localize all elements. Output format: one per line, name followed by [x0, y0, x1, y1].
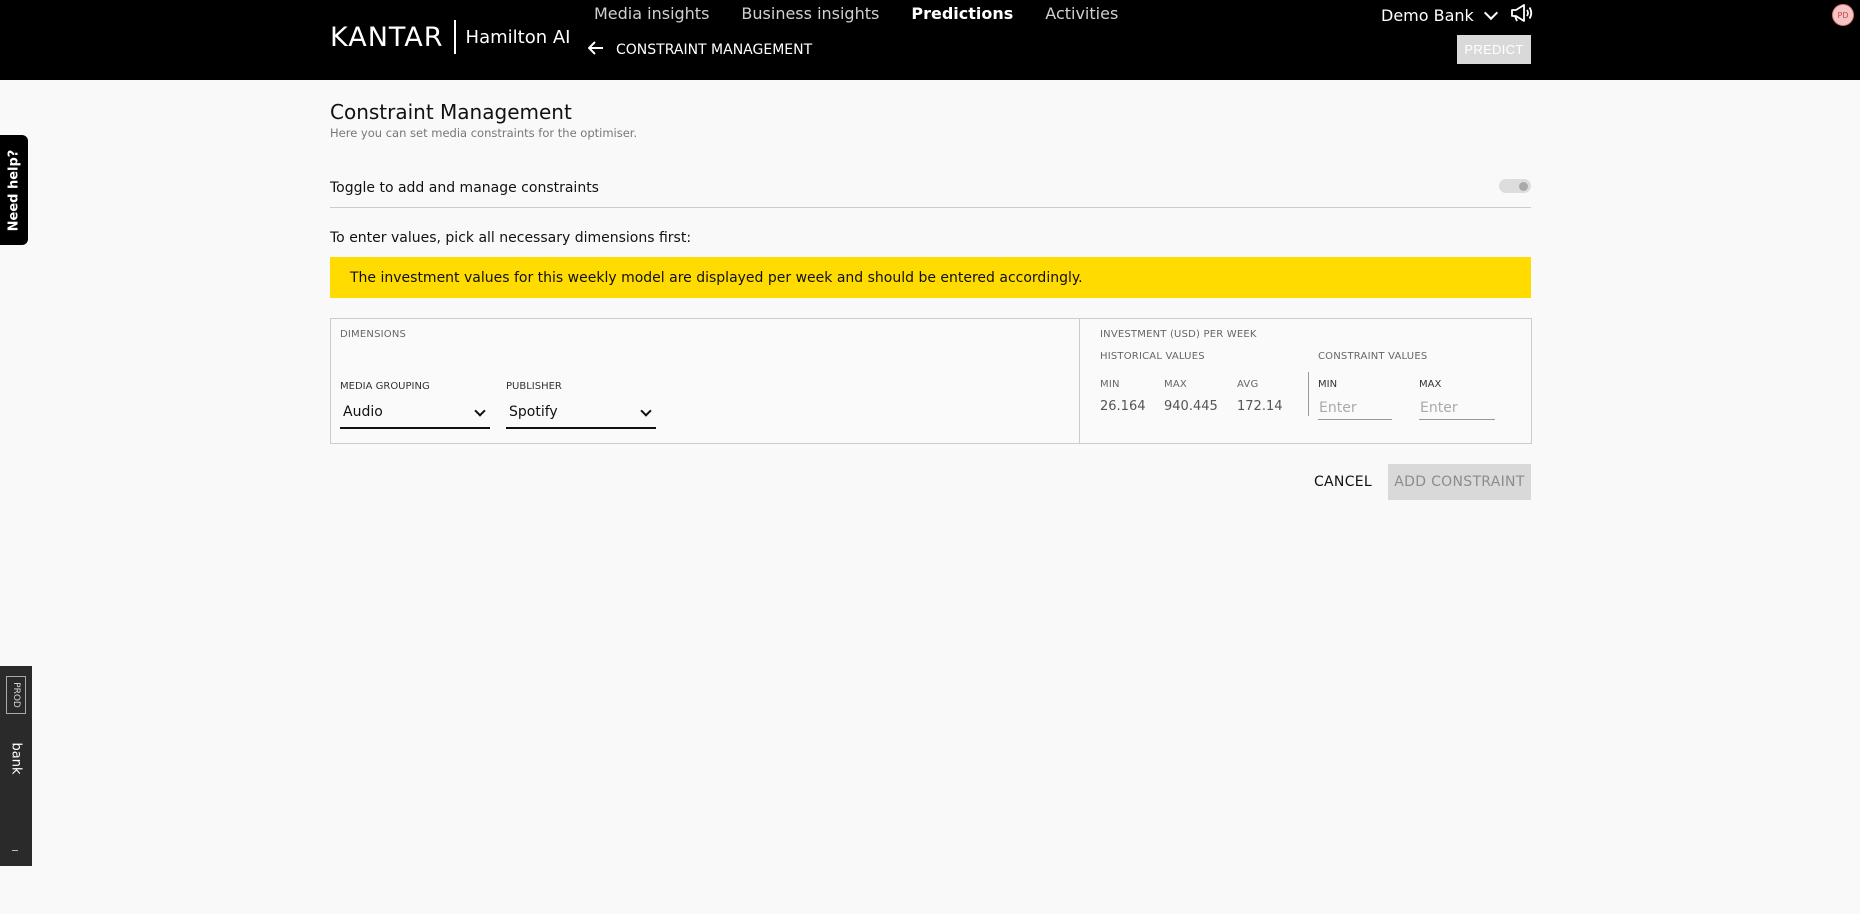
- nav-business-insights[interactable]: Business insights: [741, 4, 879, 23]
- need-help-label: Need help?: [6, 149, 22, 231]
- hist-max-value: 940.445: [1164, 399, 1218, 414]
- chevron-down-icon: [640, 405, 652, 417]
- page-subtitle: Here you can set media constraints for t…: [330, 126, 638, 140]
- constraint-form: DIMENSIONS MEDIA GROUPING Audio PUBLISHE…: [330, 318, 1532, 444]
- media-grouping-value: Audio: [343, 404, 383, 420]
- hist-max-label: MAX: [1164, 379, 1187, 390]
- info-banner: The investment values for this weekly mo…: [330, 257, 1531, 298]
- dimensions-heading: DIMENSIONS: [340, 329, 407, 340]
- constraint-max-label: MAX: [1419, 379, 1442, 390]
- constraint-min-input[interactable]: [1318, 397, 1392, 420]
- environment-tab[interactable]: PROD bank: [0, 666, 32, 866]
- chevron-down-icon: [474, 405, 486, 417]
- nav-predictions[interactable]: Predictions: [911, 4, 1013, 23]
- nav-activities[interactable]: Activities: [1045, 4, 1118, 23]
- instructions-text: To enter values, pick all necessary dime…: [330, 230, 692, 246]
- nav-media-insights[interactable]: Media insights: [594, 4, 709, 23]
- env-badge: PROD: [6, 676, 26, 714]
- env-name: bank: [3, 738, 29, 778]
- megaphone-icon[interactable]: [1510, 4, 1534, 26]
- add-constraint-button[interactable]: ADD CONSTRAINT: [1388, 464, 1531, 500]
- account-selector[interactable]: Demo Bank: [1381, 4, 1534, 26]
- investment-heading: INVESTMENT (USD) PER WEEK: [1100, 329, 1257, 340]
- product-name: Hamilton AI: [465, 26, 571, 48]
- kantar-logo: KANTAR: [330, 21, 444, 53]
- page-title: Constraint Management: [330, 100, 572, 124]
- constraints-toggle-row: Toggle to add and manage constraints: [330, 168, 1531, 208]
- account-name[interactable]: Demo Bank: [1381, 6, 1474, 25]
- media-grouping-select[interactable]: Audio: [340, 397, 490, 429]
- dimensions-panel: DIMENSIONS MEDIA GROUPING Audio PUBLISHE…: [331, 319, 1080, 443]
- publisher-select[interactable]: Spotify: [506, 397, 656, 429]
- media-grouping-label: MEDIA GROUPING: [340, 381, 430, 392]
- breadcrumb: CONSTRAINT MANAGEMENT: [587, 40, 812, 59]
- hist-min-value: 26.164: [1100, 399, 1146, 414]
- toggle-label: Toggle to add and manage constraints: [330, 180, 599, 196]
- back-arrow-icon[interactable]: [587, 40, 604, 59]
- env-name-label: bank: [8, 742, 24, 774]
- hist-avg-label: AVG: [1237, 379, 1259, 390]
- collapse-handle[interactable]: [12, 850, 18, 851]
- top-header: KANTAR Hamilton AI Media insights Busine…: [0, 0, 1860, 80]
- brand-divider: [453, 20, 456, 54]
- hist-avg-value: 172.14: [1237, 399, 1283, 414]
- need-help-tab[interactable]: Need help?: [0, 135, 28, 245]
- investment-panel: INVESTMENT (USD) PER WEEK HISTORICAL VAL…: [1080, 319, 1531, 443]
- info-banner-text: The investment values for this weekly mo…: [350, 269, 1083, 286]
- hist-min-label: MIN: [1100, 379, 1120, 390]
- toggle-knob: [1519, 182, 1528, 191]
- env-badge-label: PROD: [11, 682, 22, 708]
- avatar[interactable]: PD: [1832, 4, 1854, 26]
- publisher-value: Spotify: [509, 404, 558, 420]
- constraint-max-input[interactable]: [1419, 397, 1495, 420]
- publisher-label: PUBLISHER: [506, 381, 562, 392]
- chevron-down-icon[interactable]: [1483, 5, 1498, 21]
- predict-button[interactable]: PREDICT: [1457, 35, 1531, 64]
- breadcrumb-label[interactable]: CONSTRAINT MANAGEMENT: [616, 42, 812, 58]
- historical-heading: HISTORICAL VALUES: [1100, 351, 1205, 362]
- constraint-heading: CONSTRAINT VALUES: [1318, 351, 1428, 362]
- values-divider: [1308, 372, 1309, 416]
- constraints-toggle[interactable]: [1499, 179, 1531, 193]
- main-nav: Media insights Business insights Predict…: [594, 4, 1150, 23]
- brand[interactable]: KANTAR Hamilton AI: [330, 20, 570, 54]
- constraint-min-label: MIN: [1318, 379, 1338, 390]
- cancel-button[interactable]: CANCEL: [1308, 464, 1378, 499]
